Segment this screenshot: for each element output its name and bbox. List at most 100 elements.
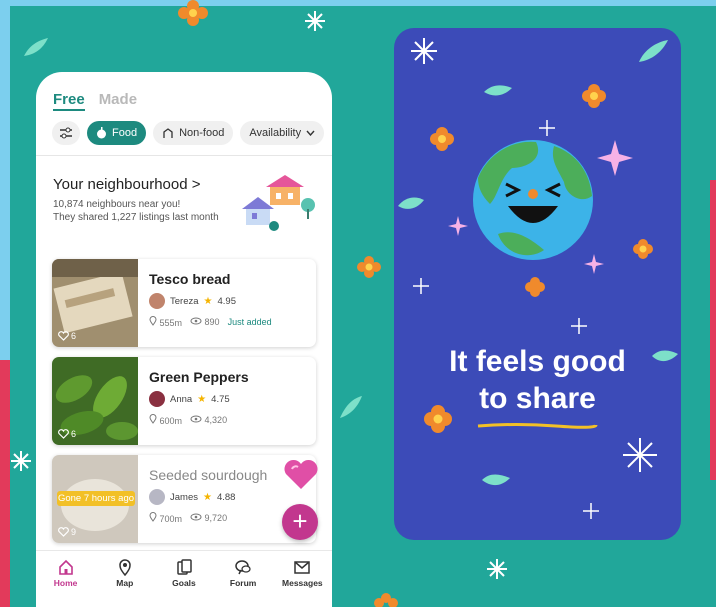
listing-title: Seeded sourdough (149, 467, 268, 483)
listing-info: Green Peppers Anna ★ 4.75 600m 4,320 (149, 369, 249, 426)
feed-tabs: Free Made (53, 91, 137, 111)
sparkle-decoration (487, 559, 507, 579)
star-icon: ★ (197, 393, 207, 405)
listing-title: Tesco bread (149, 271, 231, 287)
heart-icon (284, 459, 318, 489)
neighbourhood-title-text: Your neighbourhood (53, 176, 188, 193)
leaf-decoration (340, 396, 362, 418)
chip-availability-label: Availability (249, 127, 302, 139)
nav-goals[interactable]: Goals (158, 558, 210, 607)
nav-map[interactable]: Map (99, 558, 151, 607)
leaf-decoration (24, 38, 48, 56)
yellow-underline (477, 423, 598, 429)
likes-count: 6 (58, 331, 76, 341)
chevron-down-icon (306, 130, 315, 136)
listing-card[interactable]: Gone 7 hours ago 9 Seeded sourdough Jame… (52, 455, 316, 543)
just-added-label: Just added (227, 317, 272, 327)
user-rating: 4.75 (211, 393, 230, 405)
home-icon (58, 559, 73, 575)
neighbourhood-title: Your neighbourhood > (53, 176, 219, 193)
heart-outline-icon (58, 429, 69, 439)
user-name: James (170, 491, 198, 503)
chip-availability[interactable]: Availability (240, 121, 325, 145)
chat-icon (235, 560, 251, 575)
listing-card[interactable]: 6 Tesco bread Tereza ★ 4.95 555m 890 Jus… (52, 259, 316, 347)
left-color-band (0, 0, 10, 360)
chip-non-food-label: Non-food (179, 127, 225, 139)
chip-food-label: Food (112, 127, 138, 139)
flower-decoration (357, 256, 381, 278)
likes-value: 6 (71, 331, 77, 341)
tab-made[interactable]: Made (99, 91, 137, 111)
eye-icon (190, 317, 202, 325)
envelope-icon (294, 561, 311, 574)
location-pin-icon (149, 512, 157, 522)
eye-icon (190, 415, 202, 423)
listing-user: Anna ★ 4.75 (149, 391, 249, 407)
views-value: 890 (204, 317, 220, 327)
filter-chips: Food Non-food Availability (52, 121, 325, 145)
divider (36, 155, 332, 156)
promo-line-2: to share (479, 382, 596, 415)
chip-non-food[interactable]: Non-food (153, 121, 234, 145)
distance-value: 700m (159, 514, 183, 524)
sparkle-decoration (11, 451, 31, 471)
filter-button[interactable] (52, 121, 80, 145)
apple-icon (97, 127, 106, 139)
likes-count: 9 (58, 527, 76, 537)
views: 9,720 (190, 513, 227, 523)
views-value: 4,320 (204, 415, 228, 425)
promo-illustration (398, 38, 678, 519)
promo-line-1: It feels good (449, 345, 626, 378)
goals-icon (177, 559, 192, 575)
nav-goals-label: Goals (172, 578, 196, 588)
neighbourhood-section[interactable]: Your neighbourhood > 10,874 neighbours n… (53, 176, 219, 224)
views-value: 9,720 (204, 513, 228, 523)
promo-headline: It feels good to share (394, 343, 681, 417)
avatar (149, 391, 165, 407)
heart-outline-icon (58, 331, 69, 341)
user-name: Tereza (170, 295, 199, 307)
distance: 600m (149, 414, 182, 426)
chip-food[interactable]: Food (87, 121, 147, 145)
star-icon: ★ (202, 491, 212, 503)
listing-title: Green Peppers (149, 369, 249, 385)
flower-decoration (178, 0, 208, 26)
map-pin-icon (119, 559, 131, 576)
listings-count: They shared 1,227 listings last month (53, 212, 219, 223)
eye-icon (190, 513, 202, 521)
nav-messages-label: Messages (282, 578, 323, 588)
left-red-band (0, 360, 10, 607)
distance-value: 555m (159, 318, 183, 328)
bottom-nav: Home Map Goals Forum Messages (36, 550, 332, 607)
distance-value: 600m (159, 416, 183, 426)
likes-value: 6 (71, 429, 77, 439)
likes-value: 9 (71, 527, 77, 537)
nav-forum[interactable]: Forum (217, 558, 269, 607)
star-icon: ★ (203, 295, 213, 307)
nav-messages[interactable]: Messages (276, 558, 328, 607)
user-rating: 4.95 (217, 295, 236, 307)
avatar (149, 293, 165, 309)
location-pin-icon (149, 414, 157, 424)
nav-home[interactable]: Home (40, 558, 92, 607)
sliders-icon (60, 127, 72, 139)
chevron-right-icon: > (191, 176, 201, 193)
houses-illustration (242, 175, 315, 231)
listing-meta: 600m 4,320 (149, 414, 249, 426)
listing-card[interactable]: 6 Green Peppers Anna ★ 4.75 600m 4,320 (52, 357, 316, 445)
box-icon (163, 128, 173, 138)
heart-outline-icon (58, 527, 69, 537)
add-listing-button[interactable]: + (282, 504, 318, 540)
views: 890 (190, 317, 220, 327)
distance: 555m (149, 316, 182, 328)
tab-free[interactable]: Free (53, 91, 85, 111)
listing-info: Seeded sourdough James ★ 4.88 700m 9,720 (149, 467, 267, 524)
distance: 700m (149, 512, 182, 524)
phone-screen: Free Made Food Non-food Availability You… (36, 72, 332, 607)
promo-card: It feels good to share (394, 28, 681, 540)
listings-list: 6 Tesco bread Tereza ★ 4.95 555m 890 Jus… (52, 259, 316, 553)
flower-decoration (374, 593, 398, 607)
views: 4,320 (190, 415, 227, 425)
listing-meta: 700m 9,720 (149, 512, 267, 524)
